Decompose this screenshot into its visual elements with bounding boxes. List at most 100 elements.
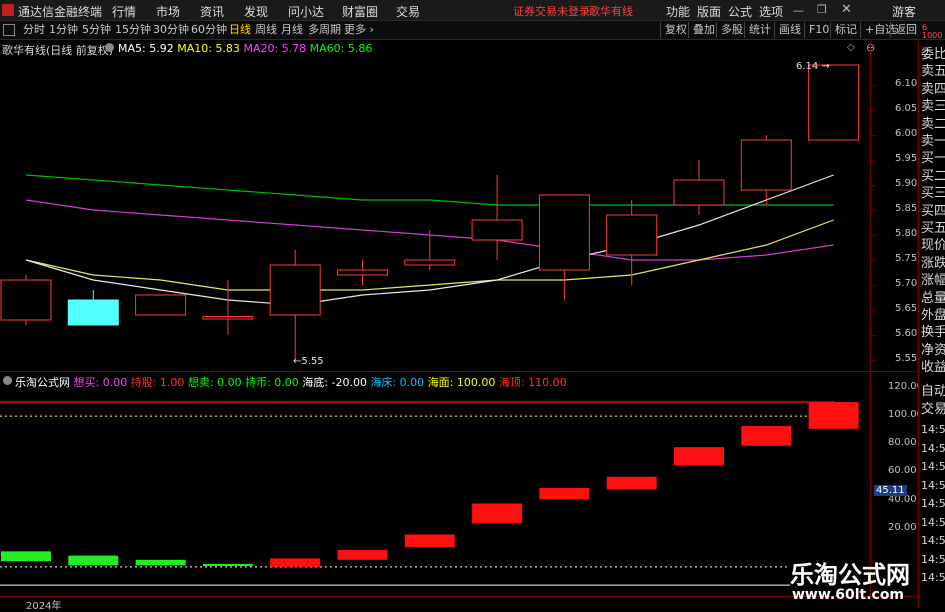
candle-body (202, 316, 254, 320)
fuquan-button[interactable]: 复权 (660, 22, 687, 38)
candle (808, 64, 860, 141)
side-field-label[interactable]: 买一 (921, 150, 945, 168)
indicator-tick-label: 20.00 (888, 521, 917, 533)
year-label: 2024年 (26, 601, 62, 612)
menu-guest[interactable]: 游客 (892, 3, 916, 20)
price-tick-mark (871, 360, 875, 361)
tab-weekly[interactable]: 周线 (252, 22, 280, 38)
watermark-url: www.60lt.com (792, 587, 905, 603)
side-field-label[interactable]: 收益 (921, 359, 945, 377)
candle-body (740, 139, 792, 191)
tab-more[interactable]: 更多 › (341, 22, 377, 38)
menu-jiaoyi[interactable]: 交易 (396, 3, 420, 20)
mark-button[interactable]: 标记 (830, 22, 857, 38)
back-button[interactable]: 返回 (890, 22, 917, 38)
restore-icon[interactable]: ❐ (817, 3, 827, 16)
indicator-bar (741, 426, 792, 446)
price-tick-mark (871, 285, 875, 286)
side-field-label[interactable]: 委比 (921, 46, 945, 64)
tab-5min[interactable]: 5分钟 (79, 22, 114, 38)
footer-divider (0, 596, 918, 597)
side-time-label: 14:56 (921, 497, 945, 510)
side-field-label[interactable]: 涨幅 (921, 272, 945, 290)
tab-daily[interactable]: 日线 (226, 22, 254, 38)
menu-shichang[interactable]: 市场 (156, 3, 180, 20)
side-field-label[interactable]: 买五 (921, 220, 945, 238)
price-axis: 6.10 6.05 6.00 5.95 5.90 5.85 5.80 5.75 5.70 5.65… (870, 40, 918, 370)
side-field-label[interactable]: 卖五 (921, 63, 945, 81)
ma10-label: MA10: 5.83 (177, 42, 240, 55)
menu-banmian[interactable]: 版面 (697, 3, 721, 20)
watermark-title: 乐淘公式网 (790, 561, 910, 589)
menu-hangqing[interactable]: 行情 (112, 3, 136, 20)
price-tick-label: 5.85 (895, 203, 918, 214)
stats-button[interactable]: 统计 (744, 22, 771, 38)
f10-button[interactable]: F10 (804, 22, 829, 38)
side-field-label[interactable]: 卖四 (921, 81, 945, 99)
candle (202, 280, 254, 335)
menu-zixun[interactable]: 资讯 (200, 3, 224, 20)
price-tick-label: 5.80 (895, 228, 918, 239)
tab-multi-period[interactable]: 多周期 (305, 22, 344, 38)
indicator-settings-icon[interactable] (3, 376, 12, 385)
side-field-label[interactable]: 卖三 (921, 98, 945, 116)
side-field-label[interactable]: 涨跌 (921, 255, 945, 273)
tab-30min[interactable]: 30分钟 (150, 22, 192, 38)
price-tick-label: 5.95 (895, 153, 918, 164)
side-trade-label[interactable]: 自动 (921, 383, 945, 401)
close-icon[interactable]: ✕ (841, 2, 852, 17)
menu-gongshi[interactable]: 公式 (728, 3, 752, 20)
menu-gongneng[interactable]: 功能 (666, 3, 690, 20)
side-field-label[interactable]: 净资 (921, 342, 945, 360)
ma20-label: MA20: 5.78 (243, 42, 307, 55)
indicator-chart[interactable] (0, 388, 870, 595)
side-field-label[interactable]: 买四 (921, 203, 945, 221)
indicator-bar (337, 549, 388, 560)
candle (67, 290, 119, 326)
tab-60min[interactable]: 60分钟 (188, 22, 230, 38)
menu-caifuquan[interactable]: 财富圈 (342, 3, 378, 20)
side-field-label[interactable]: 现价 (921, 237, 945, 255)
side-field-label[interactable]: 卖二 (921, 116, 945, 134)
tab-15min[interactable]: 15分钟 (112, 22, 154, 38)
settings-dot-icon[interactable] (105, 43, 114, 52)
price-tick-label: 5.70 (895, 278, 918, 289)
side-field-label[interactable]: 外盘 (921, 307, 945, 325)
toggle-panel-icon[interactable] (3, 24, 15, 36)
price-tick-label: 6.00 (895, 128, 918, 139)
pane-divider (0, 371, 918, 372)
overlay-button[interactable]: 叠加 (688, 22, 715, 38)
indicator-bar (472, 503, 523, 524)
candle-body (337, 269, 388, 276)
price-tick-mark (871, 235, 875, 236)
side-time-label: 14:56 (921, 515, 945, 529)
side-field-label[interactable]: 买三 (921, 185, 945, 203)
draw-line-button[interactable]: 画线 (774, 22, 801, 38)
side-field-label[interactable]: 总量 (921, 290, 945, 308)
indicator-bar (606, 476, 657, 490)
side-trade-label[interactable]: 交易 (921, 401, 945, 419)
tab-1min[interactable]: 1分钟 (46, 22, 81, 38)
side-field-label[interactable]: 买二 (921, 168, 945, 186)
candle-body (808, 64, 860, 141)
price-tick-label: 5.75 (895, 253, 918, 264)
candlestick-chart[interactable]: 6.14 → ←5.55 (0, 55, 870, 370)
minimize-icon[interactable]: — (793, 4, 804, 17)
trade-login-status[interactable]: 证券交易未登录 (513, 3, 590, 19)
diamond-icon[interactable]: ◇ (847, 42, 855, 53)
side-field-label[interactable]: 卖一 (921, 133, 945, 151)
menu-faxian[interactable]: 发现 (244, 3, 268, 20)
cursor-value-badge: 45.11 (874, 485, 907, 496)
price-tick-label: 6.10 (895, 78, 918, 89)
indicator-bar (539, 487, 590, 500)
tab-fenshi[interactable]: 分时 (20, 22, 48, 38)
multi-stock-button[interactable]: 多股 (716, 22, 743, 38)
tab-monthly[interactable]: 月线 (278, 22, 306, 38)
menu-xuanxiang[interactable]: 选项 (759, 3, 783, 20)
candle (606, 200, 658, 285)
menu-wenxiaoda[interactable]: 问小达 (288, 3, 324, 20)
side-field-label[interactable]: 换手 (921, 324, 945, 342)
price-tick-mark (871, 260, 875, 261)
price-tick-mark (871, 110, 875, 111)
price-tick-mark (871, 135, 875, 136)
